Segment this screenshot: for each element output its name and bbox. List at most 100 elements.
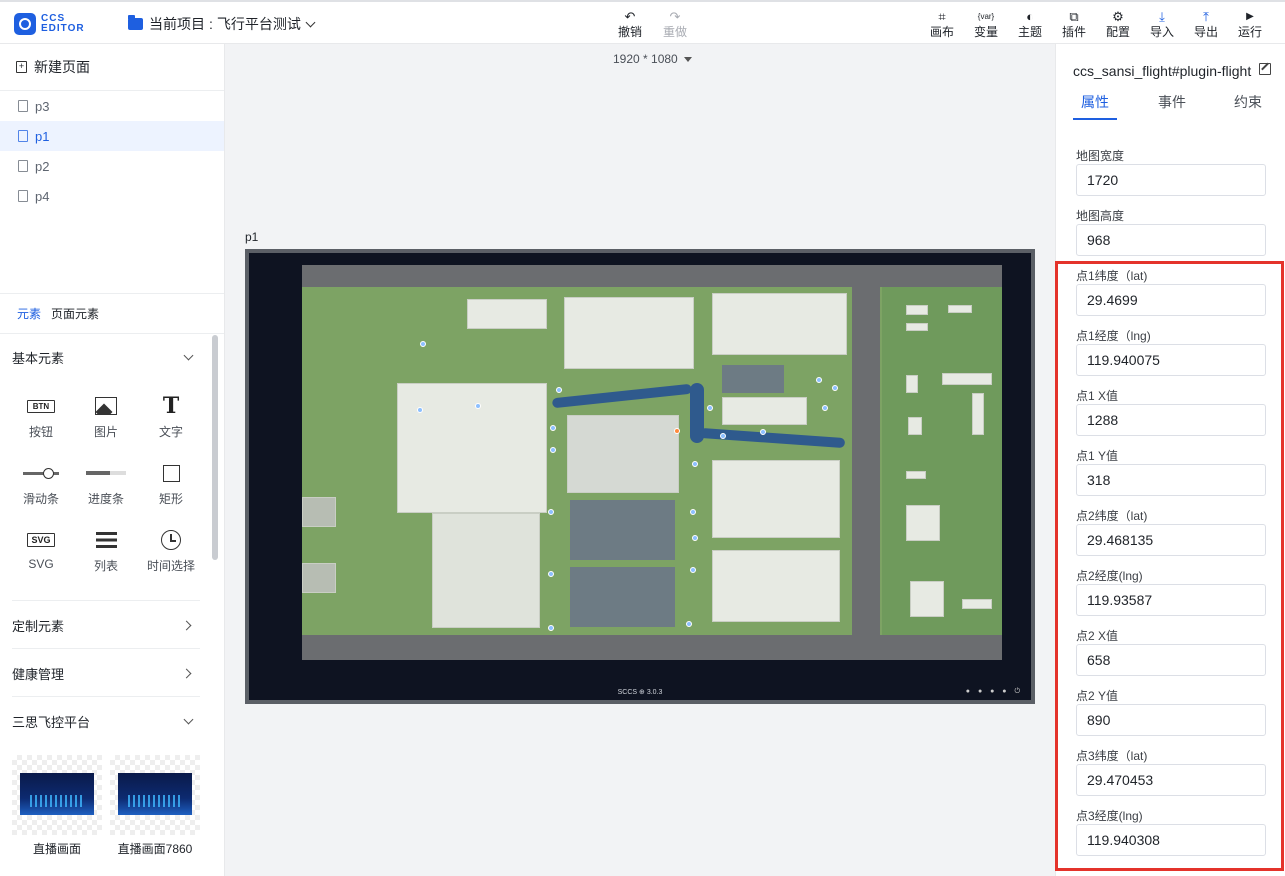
component-image[interactable]: 图片	[73, 393, 139, 440]
flight-map[interactable]	[302, 265, 1002, 660]
component-button[interactable]: BTN 按钮	[8, 393, 74, 440]
canvas-controls[interactable]: ● ● ● ● ⏻	[966, 688, 1023, 696]
p2-y-input[interactable]: 890	[1076, 704, 1266, 736]
document-icon	[18, 130, 28, 142]
map-marker[interactable]	[686, 621, 692, 627]
map-solar-array	[570, 567, 675, 627]
undo-icon: ↶	[624, 9, 636, 24]
map-marker[interactable]	[832, 385, 838, 391]
map-marker[interactable]	[690, 509, 696, 515]
thumb-live-video[interactable]	[12, 755, 102, 835]
chevron-right-icon	[181, 668, 192, 678]
p2-x-input[interactable]: 658	[1076, 644, 1266, 676]
edit-icon[interactable]	[1259, 63, 1271, 75]
map-marker[interactable]	[690, 567, 696, 573]
component-text[interactable]: T 文字	[138, 393, 204, 440]
p2-lng-input[interactable]: 119.93587	[1076, 584, 1266, 616]
section-health-management[interactable]: 健康管理	[12, 653, 200, 693]
scrollbar[interactable]	[212, 335, 218, 560]
variable-icon: {var}	[977, 12, 995, 21]
theme-button[interactable]: ◐ 主题	[1010, 9, 1050, 40]
component-title: ccs_sansi_flight#plugin-flight	[1073, 63, 1252, 79]
project-label: 当前项目	[149, 16, 205, 32]
canvas-button[interactable]: ⌗ 画布	[922, 9, 962, 40]
play-icon: ▶	[1246, 11, 1254, 22]
component-slider[interactable]: 滑动条	[8, 460, 74, 507]
project-selector[interactable]: 当前项目 : 飞行平台测试	[128, 14, 316, 34]
section-custom-elements[interactable]: 定制元素	[12, 605, 200, 645]
logo-text-2: EDITOR	[41, 23, 85, 34]
svg-icon: SVG	[27, 533, 55, 547]
redo-icon: ↷	[669, 9, 681, 24]
map-marker[interactable]	[760, 429, 766, 435]
plugin-button[interactable]: ⧉ 插件	[1054, 9, 1094, 40]
thumb-live-video-7860[interactable]	[110, 755, 200, 835]
new-page-button[interactable]: + 新建页面	[0, 44, 224, 91]
p2-lat-input[interactable]: 29.468135	[1076, 524, 1266, 556]
map-marker[interactable]	[692, 535, 698, 541]
map-marker[interactable]	[420, 341, 426, 347]
map-marker[interactable]	[816, 377, 822, 383]
map-marker[interactable]	[692, 461, 698, 467]
tab-events[interactable]: 事件	[1158, 92, 1186, 112]
p1-lng-input[interactable]: 119.940075	[1076, 344, 1266, 376]
map-marker[interactable]	[822, 405, 828, 411]
map-width-input[interactable]: 1720	[1076, 164, 1266, 196]
component-rectangle[interactable]: 矩形	[138, 460, 204, 507]
page-item-p4[interactable]: p4	[0, 181, 224, 211]
tab-indicator	[1073, 118, 1117, 120]
map-marker[interactable]	[475, 403, 481, 409]
add-page-icon: +	[16, 61, 27, 73]
redo-button[interactable]: ↷ 重做	[655, 9, 695, 40]
map-building	[397, 383, 547, 513]
page-name-label: p1	[245, 230, 259, 244]
resolution-selector[interactable]: 1920 * 1080	[613, 52, 692, 66]
map-marker[interactable]	[556, 387, 562, 393]
p3-lng-input[interactable]: 119.940308	[1076, 824, 1266, 856]
app-logo[interactable]: CCS EDITOR	[14, 11, 96, 37]
undo-button[interactable]: ↶ 撤销	[610, 9, 650, 40]
canvas-screen[interactable]: SCCS ⊕ 3.0.3 ● ● ● ● ⏻	[245, 249, 1035, 704]
map-marker[interactable]	[550, 447, 556, 453]
run-button[interactable]: ▶ 运行	[1230, 9, 1270, 40]
map-solar-array	[570, 500, 675, 560]
import-button[interactable]: ⤓ 导入	[1142, 9, 1182, 40]
field-label-p2-lng: 点2经度(lng)	[1076, 569, 1143, 583]
component-progress[interactable]: 进度条	[73, 460, 139, 507]
tab-properties[interactable]: 属性	[1081, 92, 1109, 112]
map-marker[interactable]	[550, 425, 556, 431]
properties-panel: ccs_sansi_flight#plugin-flight 属性 事件 约束 …	[1055, 44, 1285, 876]
map-marker-highlight[interactable]	[674, 428, 680, 434]
folder-icon	[128, 15, 143, 30]
tab-constraints[interactable]: 约束	[1234, 92, 1262, 112]
top-toolbar: CCS EDITOR 当前项目 : 飞行平台测试 ↶ 撤销 ↷ 重做 ⌗ 画布 …	[0, 0, 1285, 44]
field-label-map-height: 地图高度	[1076, 209, 1125, 223]
field-label-p1-x: 点1 X值	[1076, 389, 1119, 403]
map-marker[interactable]	[707, 405, 713, 411]
p1-lat-input[interactable]: 29.4699	[1076, 284, 1266, 316]
tab-elements[interactable]: 元素	[17, 305, 41, 322]
page-item-p2[interactable]: p2	[0, 151, 224, 181]
p3-lat-input[interactable]: 29.470453	[1076, 764, 1266, 796]
component-time-picker[interactable]: 时间选择	[138, 527, 204, 574]
map-height-input[interactable]: 968	[1076, 224, 1266, 256]
section-basic-elements[interactable]: 基本元素	[12, 337, 200, 377]
map-marker[interactable]	[548, 571, 554, 577]
page-item-p3[interactable]: p3	[0, 91, 224, 121]
component-list[interactable]: 列表	[73, 527, 139, 574]
section-flight-platform[interactable]: 三思飞控平台	[12, 701, 200, 741]
map-marker[interactable]	[548, 509, 554, 515]
map-marker[interactable]	[417, 407, 423, 413]
p1-y-input[interactable]: 318	[1076, 464, 1266, 496]
variable-button[interactable]: {var} 变量	[966, 9, 1006, 40]
tab-page-elements[interactable]: 页面元素	[51, 305, 99, 322]
plugin-icon: ⧉	[1069, 9, 1079, 24]
map-marker[interactable]	[548, 625, 554, 631]
p1-x-input[interactable]: 1288	[1076, 404, 1266, 436]
export-button[interactable]: ⤒ 导出	[1186, 9, 1226, 40]
page-item-p1[interactable]: p1	[0, 121, 224, 151]
import-icon: ⤓	[1159, 9, 1165, 24]
component-svg[interactable]: SVG SVG	[8, 527, 74, 571]
config-button[interactable]: ⚙ 配置	[1098, 9, 1138, 40]
map-marker[interactable]	[720, 433, 726, 439]
